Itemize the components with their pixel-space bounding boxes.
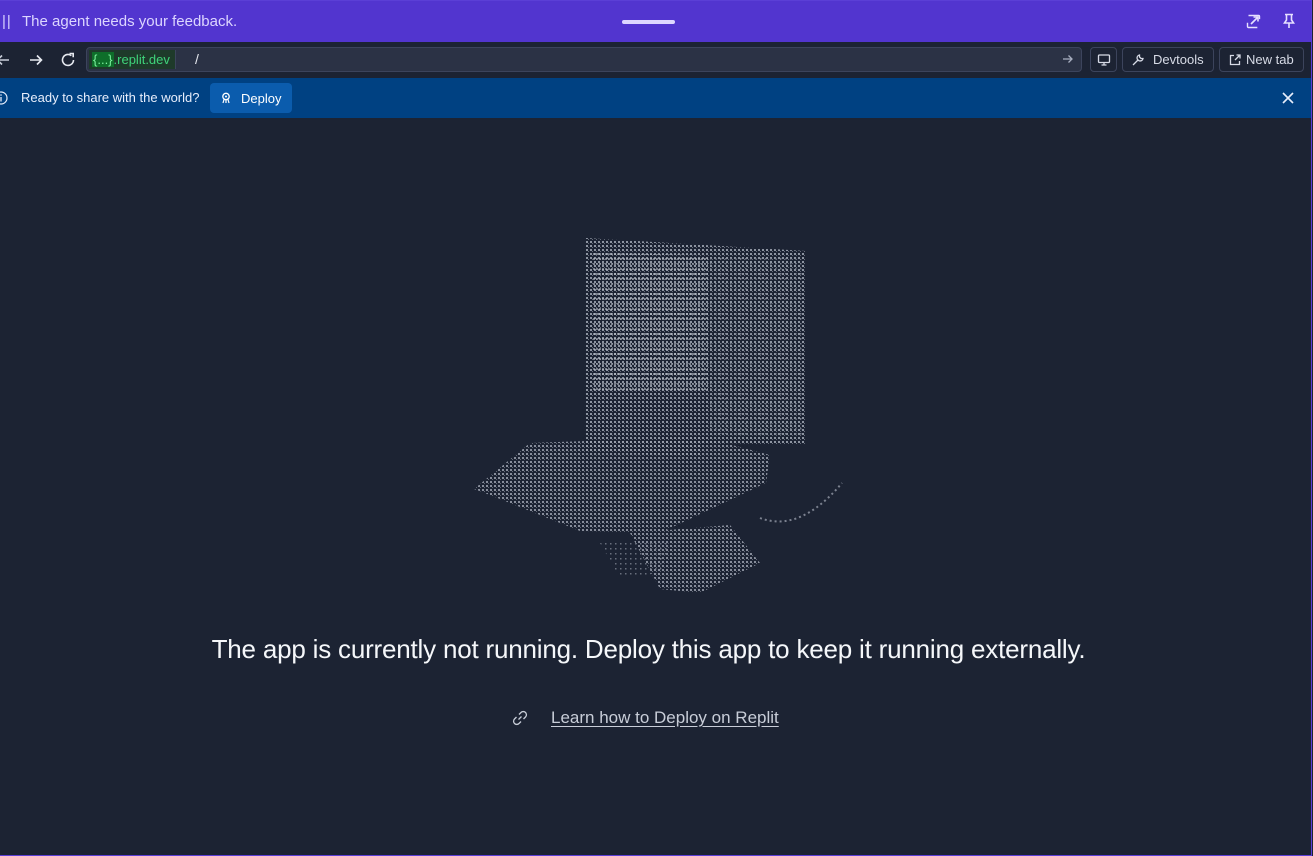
feedback-bar: || The agent needs your feedback. <box>0 1 1311 42</box>
learn-deploy-link[interactable]: Learn how to Deploy on Replit <box>551 708 779 728</box>
deploy-banner: Ready to share with the world? Deploy <box>0 78 1311 118</box>
url-host-placeholder: {...} <box>92 52 114 67</box>
drag-handle[interactable] <box>622 20 675 24</box>
webview-frame: || The agent needs your feedback. {...}.… <box>0 0 1312 856</box>
new-tab-label: New tab <box>1246 52 1294 67</box>
popout-icon[interactable] <box>1245 12 1263 30</box>
go-icon[interactable] <box>1061 52 1075 66</box>
link-icon <box>512 710 528 726</box>
back-icon[interactable] <box>0 51 12 69</box>
not-running-headline: The app is currently not running. Deploy… <box>211 634 1086 664</box>
screen-button[interactable] <box>1090 47 1117 72</box>
deploy-button[interactable]: Deploy <box>210 83 292 113</box>
screen-icon <box>1097 54 1111 66</box>
url-host: {...}.replit.dev <box>89 50 176 69</box>
reload-icon[interactable] <box>59 51 77 69</box>
pause-icon[interactable]: || <box>2 13 12 30</box>
pin-icon[interactable] <box>1280 12 1298 30</box>
info-icon <box>0 91 8 105</box>
new-tab-button[interactable]: New tab <box>1219 47 1304 72</box>
address-toolbar: {...}.replit.dev / Devtools New tab <box>0 42 1311 78</box>
url-host-domain: .replit.dev <box>113 52 170 67</box>
feedback-message[interactable]: The agent needs your feedback. <box>22 13 237 30</box>
deploy-icon <box>222 92 230 104</box>
url-field[interactable]: {...}.replit.dev / <box>86 47 1082 72</box>
banner-text: Ready to share with the world? <box>21 90 200 105</box>
ascii-art-illustration <box>474 238 843 593</box>
url-path[interactable]: / <box>195 51 199 67</box>
wrench-icon <box>1132 54 1144 66</box>
deploy-label: Deploy <box>241 91 282 106</box>
external-link-icon <box>1229 54 1241 66</box>
close-icon[interactable] <box>1281 91 1295 105</box>
devtools-button[interactable]: Devtools <box>1122 47 1214 72</box>
devtools-label: Devtools <box>1153 52 1204 67</box>
forward-icon[interactable] <box>27 51 45 69</box>
